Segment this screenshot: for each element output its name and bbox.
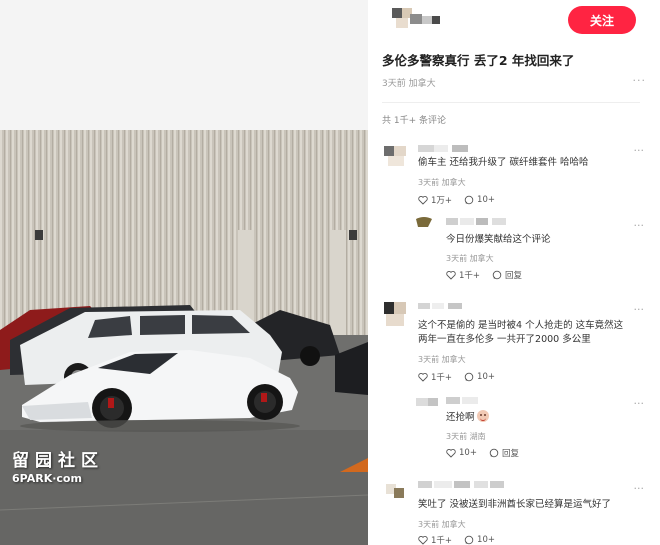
heart-icon [446, 449, 456, 458]
heart-icon [418, 196, 428, 205]
reply-count-button[interactable]: 10+ [464, 194, 495, 206]
laughing-emoji-icon [476, 410, 489, 422]
like-button[interactable]: 1万+ [418, 194, 452, 206]
like-count: 1千+ [431, 373, 453, 383]
comment-item: 这个不是偷的 是当时被4 个人抢走的 这车竟然这 两年一直在多伦多 一共开了20… [382, 300, 644, 390]
reply-count: 10+ [477, 372, 495, 382]
commenter-name-mosaic[interactable] [446, 394, 496, 406]
like-count: 10+ [459, 448, 477, 458]
post-meta: 3天前 加拿大 [382, 79, 436, 89]
like-button[interactable]: 10+ [446, 447, 477, 459]
comment-item: 偷车主 还给我升级了 碳纤维套件 哈哈哈 3天前 加拿大 1万+ 10+ ··· [382, 142, 644, 212]
post-title: 多伦多警察真行 丢了2 年找回来了 [382, 53, 575, 68]
reply-item: 今日份爆笑献给这个评论 3天前 加拿大 1千+ 回复 ··· [416, 215, 644, 283]
comment-icon [489, 448, 499, 458]
post-image-pane[interactable]: 留园社区 6PARK·com [0, 0, 368, 545]
commenter-avatar[interactable] [382, 142, 410, 170]
avatar [392, 8, 440, 28]
comment-count: 共 1千+ 条评论 [382, 116, 446, 126]
comment-more-icon[interactable]: ··· [634, 397, 645, 410]
comment-meta: 3天前 湖南 [446, 432, 486, 441]
commenter-name-mosaic[interactable] [418, 478, 528, 490]
reply-label: 回复 [501, 449, 519, 459]
like-count: 1千+ [459, 271, 481, 281]
comment-meta: 3天前 加拿大 [418, 355, 466, 364]
comment-icon [464, 535, 474, 545]
comment-text: 今日份爆笑献给这个评论 [446, 234, 551, 245]
comment-text: 还抢啊 [446, 410, 489, 425]
comment-text-line1: 这个不是偷的 是当时被4 个人抢走的 这车竟然这 [418, 320, 624, 331]
comment-text-line2: 两年一直在多伦多 一共开了2000 多公里 [418, 334, 591, 345]
heart-icon [446, 271, 456, 280]
reply-label: 回复 [505, 271, 523, 281]
like-count: 1千+ [431, 536, 453, 545]
commenter-avatar[interactable] [416, 394, 440, 414]
comment-more-icon[interactable]: ··· [634, 482, 645, 495]
divider [382, 102, 640, 103]
heart-icon [418, 536, 428, 545]
commenter-name-mosaic[interactable] [418, 300, 478, 312]
comment-text: 笑吐了 没被送到非洲酋长家已经算是运气好了 [418, 499, 612, 510]
commenter-avatar[interactable] [382, 478, 410, 506]
comment-meta: 3天前 加拿大 [418, 178, 466, 187]
follow-button[interactable]: 关注 [568, 6, 636, 34]
comment-icon [464, 372, 474, 382]
reply-count-button[interactable]: 10+ [464, 534, 495, 545]
watermark-cn: 留园社区 [12, 451, 104, 471]
comment-more-icon[interactable]: ··· [634, 303, 645, 316]
like-button[interactable]: 1千+ [418, 371, 452, 383]
post-detail-panel: 关注 多伦多警察真行 丢了2 年找回来了 3天前 加拿大 ··· 共 1千+ 条… [368, 0, 660, 545]
commenter-avatar[interactable] [382, 300, 410, 328]
like-count: 1万+ [431, 196, 453, 206]
comment-more-icon[interactable]: ··· [634, 219, 645, 232]
like-button[interactable]: 1千+ [418, 534, 452, 545]
comment-text: 偷车主 还给我升级了 碳纤维套件 哈哈哈 [418, 157, 589, 168]
site-watermark: 留园社区 6PARK·com [12, 446, 104, 485]
like-button[interactable]: 1千+ [446, 269, 480, 281]
reply-count-button[interactable]: 10+ [464, 371, 495, 383]
heart-icon [418, 373, 428, 382]
comment-meta: 3天前 加拿大 [446, 254, 494, 263]
post-more-icon[interactable]: ··· [633, 74, 647, 87]
commenter-name-mosaic[interactable] [446, 215, 516, 227]
author-avatar-mosaic[interactable] [382, 6, 452, 30]
reply-button[interactable]: 回复 [489, 447, 519, 459]
comment-meta: 3天前 加拿大 [418, 520, 466, 529]
reply-button[interactable]: 回复 [492, 269, 522, 281]
comment-item: 笑吐了 没被送到非洲酋长家已经算是运气好了 3天前 加拿大 1千+ 10+ ··… [382, 478, 644, 545]
comment-icon [464, 195, 474, 205]
watermark-en: 6PARK·com [12, 472, 82, 485]
comment-more-icon[interactable]: ··· [634, 144, 645, 157]
reply-count: 10+ [477, 535, 495, 545]
reply-item: 还抢啊 3天前 湖南 10+ 回复 ··· [416, 394, 644, 462]
reply-count: 10+ [477, 195, 495, 205]
commenter-name-mosaic[interactable] [418, 142, 478, 154]
commenter-avatar[interactable] [416, 215, 440, 235]
comment-icon [492, 270, 502, 280]
